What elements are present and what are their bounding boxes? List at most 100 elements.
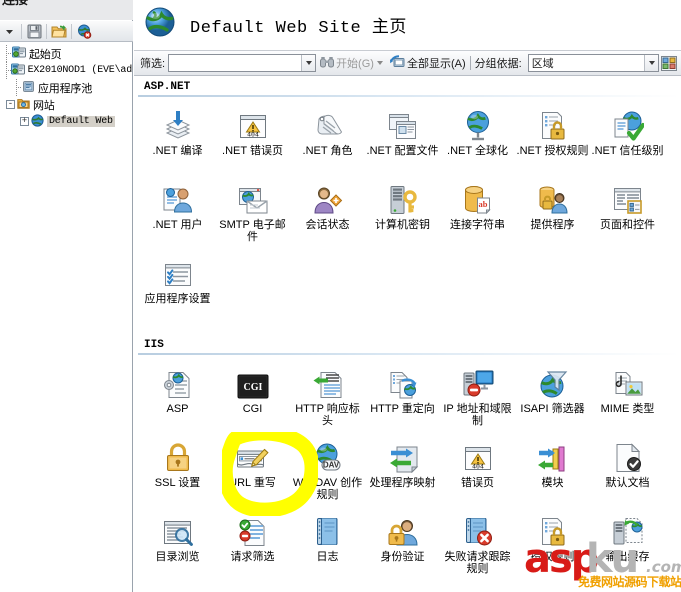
tree-node-server[interactable]: EX2010NOD1 (EVE\ad (0, 62, 132, 79)
feature-default-document[interactable]: 默认文档 (590, 435, 665, 509)
url-rewrite-icon (236, 439, 270, 473)
feature-net-profile[interactable]: .NET 配置文件 (365, 103, 440, 177)
feature-label: 默认文档 (605, 477, 650, 489)
feature-net-roles[interactable]: .NET 角色 (290, 103, 365, 177)
tree-expander-collapse[interactable]: - (6, 100, 15, 109)
feature-isapi-filters[interactable]: ISAPI 筛选器 (515, 361, 590, 435)
feature-authorization-rules[interactable]: 授权规则 (515, 509, 590, 583)
feature-label: 目录浏览 (155, 551, 200, 563)
feature-label: 错误页 (461, 477, 494, 489)
tree-node-default-web-site[interactable]: + Default Web (0, 113, 132, 130)
feature-label: 计算机密钥 (375, 219, 430, 231)
feature-mime-types[interactable]: MIME 类型 (590, 361, 665, 435)
feature-providers[interactable]: 提供程序 (515, 177, 590, 251)
http-response-headers-icon (313, 365, 343, 399)
svg-text:CGI: CGI (243, 382, 262, 393)
feature-session-state[interactable]: 会话状态 (290, 177, 365, 251)
feature-net-trust-levels[interactable]: .NET 信任级别 (590, 103, 665, 177)
feature-url-rewrite[interactable]: URL 重写 (215, 435, 290, 509)
globe-x-icon[interactable] (75, 23, 93, 40)
feature-directory-browsing[interactable]: 目录浏览 (140, 509, 215, 583)
feature-authentication[interactable]: 身份验证 (365, 509, 440, 583)
filter-label: 筛选: (140, 58, 166, 70)
modules-icon (537, 439, 569, 473)
directory-browsing-icon (162, 513, 194, 547)
feature-webdav-authoring-rules[interactable]: DAV WebDAV 创作规则 (290, 435, 365, 509)
feature-label: IP 地址和域限制 (443, 403, 512, 427)
smtp-email-icon (237, 181, 269, 215)
application-settings-icon (163, 255, 193, 289)
error-pages-icon: 404 (462, 439, 494, 473)
start-dropdown-icon[interactable] (374, 55, 386, 71)
svg-text:404: 404 (472, 463, 484, 471)
filter-dropdown-icon[interactable] (301, 55, 316, 71)
feature-machine-key[interactable]: 计算机密钥 (365, 177, 440, 251)
feature-application-settings[interactable]: 应用程序设置 (140, 251, 215, 325)
feature-ip-address-domain-restrictions[interactable]: IP 地址和域限制 (440, 361, 515, 435)
connections-pane-title-text: 连接 (2, 0, 28, 7)
feature-net-globalization[interactable]: .NET 全球化 (440, 103, 515, 177)
feature-smtp-email[interactable]: SMTP 电子邮件 (215, 177, 290, 251)
net-roles-icon (312, 107, 344, 141)
feature-cgi[interactable]: CGI CGI (215, 361, 290, 435)
feature-label: SSL 设置 (154, 477, 201, 489)
feature-net-error-pages[interactable]: 404 .NET 错误页 (215, 103, 290, 177)
feature-output-caching[interactable]: 输出缓存 (590, 509, 665, 583)
view-tiles-icon[interactable] (661, 55, 677, 71)
feature-net-users[interactable]: .NET 用户 (140, 177, 215, 251)
feature-error-pages[interactable]: 404 错误页 (440, 435, 515, 509)
connections-tree[interactable]: 起始页 EX2010NOD1 (EVE\ad 应用程序池 - 网站 + Defa… (0, 43, 132, 592)
tree-node-app-pools[interactable]: 应用程序池 (0, 79, 132, 96)
group-by-value: 区域 (531, 58, 554, 70)
tree-node-start-page[interactable]: 起始页 (0, 45, 132, 62)
tree-node-label: 应用程序池 (38, 82, 92, 95)
connections-pane-title: 连接 (0, 0, 133, 20)
show-all-button-label: 全部显示(A) (406, 58, 466, 70)
feature-label: 会话状态 (305, 219, 350, 231)
feature-logging[interactable]: 日志 (290, 509, 365, 583)
open-folder-icon[interactable] (50, 23, 68, 40)
tree-node-sites[interactable]: - 网站 (0, 96, 132, 113)
start-button[interactable]: 开始(G) (320, 55, 374, 71)
authorization-rules-icon (538, 513, 568, 547)
feature-connection-strings[interactable]: ab 连接字符串 (440, 177, 515, 251)
feature-net-compilation[interactable]: .NET 编译 (140, 103, 215, 177)
binoculars-icon (320, 56, 335, 71)
svg-text:ab: ab (478, 199, 487, 209)
feature-ssl-settings[interactable]: SSL 设置 (140, 435, 215, 509)
feature-http-redirect[interactable]: HTTP 重定向 (365, 361, 440, 435)
features-view[interactable]: ASP.NET .NET 编译 404 .NET 错误页 .NET 角色 .NE… (134, 77, 681, 592)
feature-label: 提供程序 (530, 219, 575, 231)
feature-label: 日志 (316, 551, 339, 563)
feature-label: .NET 角色 (302, 145, 353, 157)
http-redirect-icon (388, 365, 418, 399)
feature-modules[interactable]: 模块 (515, 435, 590, 509)
feature-request-filtering[interactable]: 请求筛选 (215, 509, 290, 583)
show-all-button[interactable]: 全部显示(A) (389, 55, 466, 71)
isapi-filters-icon (538, 365, 568, 399)
page-header: Default Web Site 主页 (134, 0, 681, 50)
feature-handler-mappings[interactable]: 处理程序映射 (365, 435, 440, 509)
save-icon[interactable] (25, 23, 43, 40)
feature-asp[interactable]: ASP (140, 361, 215, 435)
feature-label: 处理程序映射 (369, 477, 436, 489)
tree-expander-expand[interactable]: + (20, 117, 29, 126)
back-dropdown-icon[interactable] (0, 23, 18, 40)
tree-connector (2, 45, 12, 62)
feature-label: CGI (242, 403, 263, 415)
feature-failed-request-tracing-rules[interactable]: 失败请求跟踪规则 (440, 509, 515, 583)
toolbar-separator (469, 56, 471, 70)
logging-icon (315, 513, 341, 547)
feature-net-authorization-rules[interactable]: .NET 授权规则 (515, 103, 590, 177)
net-profile-icon (387, 107, 419, 141)
default-document-icon (614, 439, 642, 473)
failed-request-tracing-rules-icon (463, 513, 493, 547)
net-globalization-icon (462, 107, 494, 141)
feature-http-response-headers[interactable]: HTTP 响应标头 (290, 361, 365, 435)
ip-address-domain-restrictions-icon (462, 365, 494, 399)
group-by-dropdown-icon[interactable] (644, 55, 658, 71)
group-by-select[interactable]: 区域 (527, 54, 659, 72)
website-icon (31, 113, 44, 130)
filter-input[interactable] (168, 54, 317, 72)
feature-pages-and-controls[interactable]: 页面和控件 (590, 177, 665, 251)
